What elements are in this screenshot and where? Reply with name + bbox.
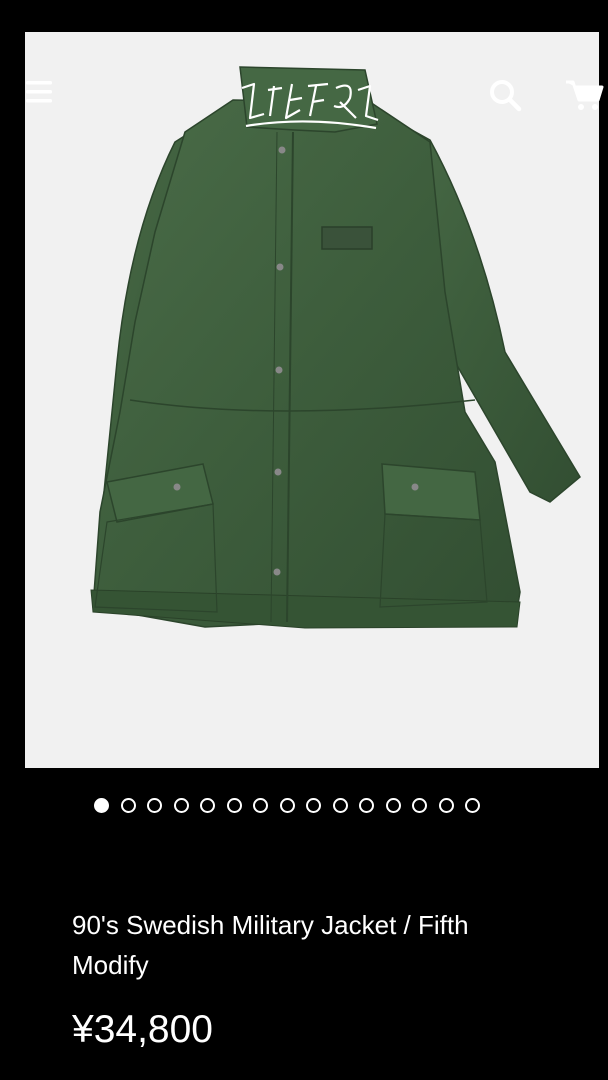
- image-carousel-indicators: [94, 795, 534, 815]
- carousel-dot[interactable]: [94, 797, 109, 813]
- carousel-dot[interactable]: [306, 797, 321, 813]
- carousel-dot[interactable]: [120, 797, 136, 813]
- search-icon[interactable]: [488, 78, 522, 112]
- carousel-dot[interactable]: [359, 797, 374, 813]
- cart-icon[interactable]: [564, 78, 604, 112]
- carousel-dot[interactable]: [412, 797, 427, 813]
- product-price: ¥34,800: [72, 1008, 213, 1051]
- carousel-dot[interactable]: [438, 797, 454, 813]
- carousel-dot[interactable]: [200, 797, 215, 813]
- hamburger-menu-icon[interactable]: [26, 80, 52, 104]
- carousel-dot[interactable]: [332, 797, 348, 813]
- brand-logo[interactable]: [236, 70, 384, 136]
- carousel-dot[interactable]: [385, 797, 401, 813]
- carousel-dot[interactable]: [465, 797, 480, 813]
- carousel-dot[interactable]: [253, 797, 268, 813]
- product-title: 90's Swedish Military Jacket / Fifth Mod…: [72, 910, 469, 980]
- carousel-dot[interactable]: [226, 797, 242, 813]
- carousel-dot[interactable]: [279, 797, 295, 813]
- carousel-dot[interactable]: [147, 797, 162, 813]
- carousel-dot[interactable]: [173, 797, 189, 813]
